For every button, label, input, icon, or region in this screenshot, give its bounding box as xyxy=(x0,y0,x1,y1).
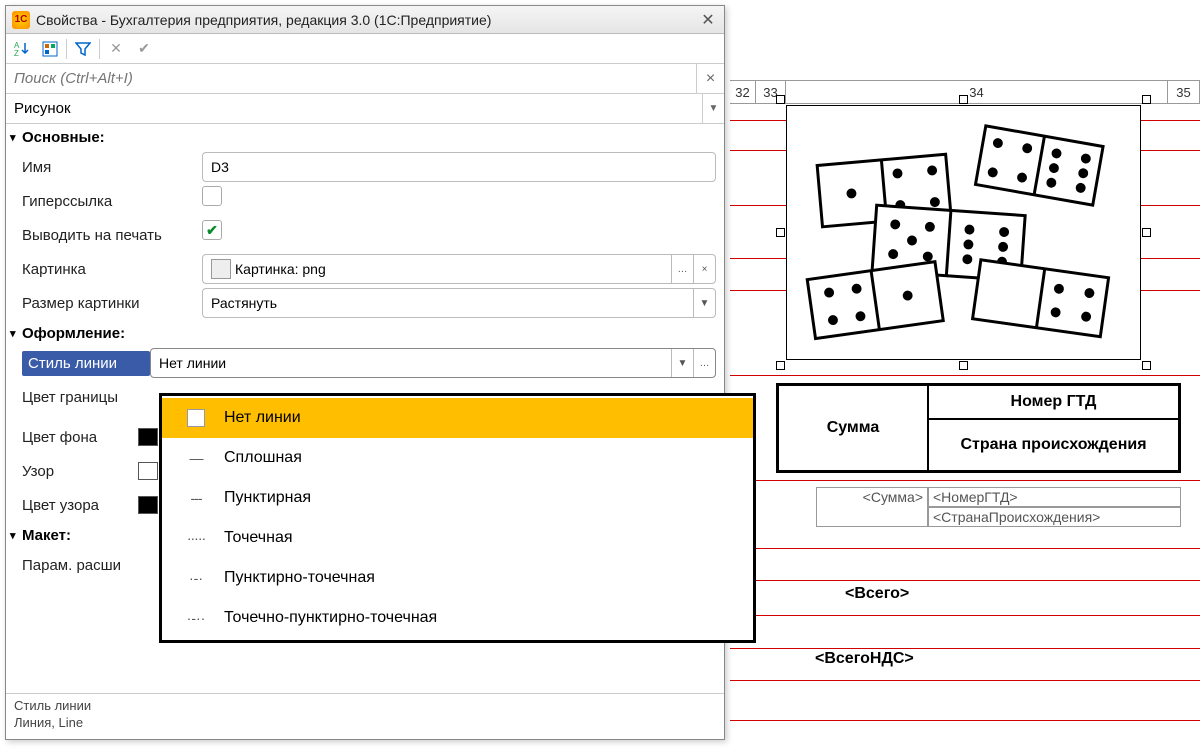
dd-item-dashed[interactable]: --- Пунктирная xyxy=(162,478,753,518)
picture-value[interactable]: Картинка: png xyxy=(203,255,671,283)
head-gtd: Номер ГТД xyxy=(928,385,1179,419)
picture-clear-button[interactable]: × xyxy=(693,255,715,283)
prop-name: Имя xyxy=(6,150,724,184)
prop-picture-label: Картинка xyxy=(22,261,202,278)
object-type-row: ▼ xyxy=(6,94,724,124)
ph-sum: <Сумма> xyxy=(816,487,928,527)
titlebar: 1C Свойства - Бухгалтерия предприятия, р… xyxy=(6,6,724,34)
bgcolor-swatch[interactable] xyxy=(138,428,158,446)
section-design-label: Оформление: xyxy=(22,325,125,342)
apply-icon: ✔ xyxy=(132,37,156,61)
ph-gtd: <НомерГТД> xyxy=(928,487,1181,507)
search-input[interactable] xyxy=(6,64,696,93)
dd-item-dashdot[interactable]: ·-· Пунктирно-точечная xyxy=(162,558,753,598)
clear-search-button[interactable]: × xyxy=(696,64,724,93)
app-logo-icon: 1C xyxy=(12,11,30,29)
section-design[interactable]: ▾Оформление: xyxy=(6,320,724,346)
picture-thumb-icon xyxy=(211,259,231,279)
table-header: Сумма Номер ГТД Страна происхождения xyxy=(776,383,1181,473)
dd-item-dotted-label: Точечная xyxy=(224,529,293,547)
print-checkbox[interactable] xyxy=(202,220,222,240)
total-tag: <Всего> xyxy=(845,585,909,603)
dd-item-solid-label: Сплошная xyxy=(224,449,302,467)
head-sum: Сумма xyxy=(778,385,928,471)
picture-object[interactable] xyxy=(786,105,1141,360)
dd-item-dashed-label: Пунктирная xyxy=(224,489,311,507)
linestyle-value[interactable]: Нет линии xyxy=(151,349,671,377)
prop-picsize-label: Размер картинки xyxy=(22,295,202,312)
section-basic[interactable]: ▾Основные: xyxy=(6,124,724,150)
linestyle-dropdown-list[interactable]: Нет линии — Сплошная --- Пунктирная ····… xyxy=(159,393,756,643)
dd-item-none-label: Нет линии xyxy=(224,409,301,427)
cancel-icon: ✕ xyxy=(104,37,128,61)
status-footer: Стиль линии Линия, Line xyxy=(6,693,724,739)
dd-item-solid[interactable]: — Сплошная xyxy=(162,438,753,478)
toolbar: AZ ✕ ✔ xyxy=(6,34,724,64)
section-basic-label: Основные: xyxy=(22,129,105,146)
footer-line1: Стиль линии xyxy=(14,698,716,715)
picture-value-text: Картинка: png xyxy=(235,261,326,277)
svg-text:Z: Z xyxy=(14,49,19,57)
picsize-dropdown-icon[interactable]: ▼ xyxy=(693,289,715,317)
hyperlink-checkbox[interactable] xyxy=(202,186,222,206)
ph-country: <СтранаПроисхождения> xyxy=(928,507,1181,527)
object-type-dropdown-icon[interactable]: ▼ xyxy=(702,94,724,123)
pattern-swatch[interactable] xyxy=(138,462,158,480)
dd-item-dotdashdot-label: Точечно-пунктирно-точечная xyxy=(224,609,437,627)
prop-linestyle: Стиль линии Нет линии ▼ … xyxy=(6,346,724,380)
prop-print-label: Выводить на печать xyxy=(22,227,202,244)
close-button[interactable]: ✕ xyxy=(698,10,718,30)
spreadsheet-background: 32 33 34 35 xyxy=(730,0,1200,753)
col-32[interactable]: 32 xyxy=(730,81,756,103)
col-35[interactable]: 35 xyxy=(1168,81,1200,103)
footer-line2: Линия, Line xyxy=(14,715,716,732)
prop-patterncolor-label: Цвет узора xyxy=(22,497,138,514)
domino-image xyxy=(787,106,1140,359)
total-vat-tag: <ВсегоНДС> xyxy=(815,650,914,668)
categories-button[interactable] xyxy=(38,37,62,61)
head-country: Страна происхождения xyxy=(928,419,1179,471)
window-title: Свойства - Бухгалтерия предприятия, реда… xyxy=(36,12,698,28)
picsize-value[interactable]: Растянуть xyxy=(203,289,693,317)
name-input[interactable] xyxy=(202,152,716,182)
object-type-field[interactable] xyxy=(6,94,702,123)
dd-item-dotdashdot[interactable]: ·-·· Точечно-пунктирно-точечная xyxy=(162,598,753,638)
col-34[interactable]: 34 xyxy=(786,81,1168,103)
dd-item-dashdot-label: Пунктирно-точечная xyxy=(224,569,375,587)
linestyle-browse-button[interactable]: … xyxy=(693,349,715,377)
prop-name-label: Имя xyxy=(22,159,202,176)
prop-picture: Картинка Картинка: png … × xyxy=(6,252,724,286)
prop-picsize: Размер картинки Растянуть ▼ xyxy=(6,286,724,320)
prop-pattern-label: Узор xyxy=(22,463,138,480)
section-layout-label: Макет: xyxy=(22,527,71,544)
linestyle-dropdown-icon[interactable]: ▼ xyxy=(671,349,693,377)
prop-linestyle-label: Стиль линии xyxy=(22,351,150,376)
patterncolor-swatch[interactable] xyxy=(138,496,158,514)
prop-hyperlink: Гиперссылка xyxy=(6,184,724,218)
dd-item-dotted[interactable]: ····· Точечная xyxy=(162,518,753,558)
sort-button[interactable]: AZ xyxy=(10,37,34,61)
search-row: × xyxy=(6,64,724,94)
picture-browse-button[interactable]: … xyxy=(671,255,693,283)
prop-bgcolor-label: Цвет фона xyxy=(22,429,138,446)
prop-print: Выводить на печать xyxy=(6,218,724,252)
dd-item-none[interactable]: Нет линии xyxy=(162,398,753,438)
prop-hyperlink-label: Гиперссылка xyxy=(22,193,202,210)
placeholder-row: <Сумма> <НомерГТД> <СтранаПроисхождения> xyxy=(816,487,1181,527)
filter-button[interactable] xyxy=(71,37,95,61)
